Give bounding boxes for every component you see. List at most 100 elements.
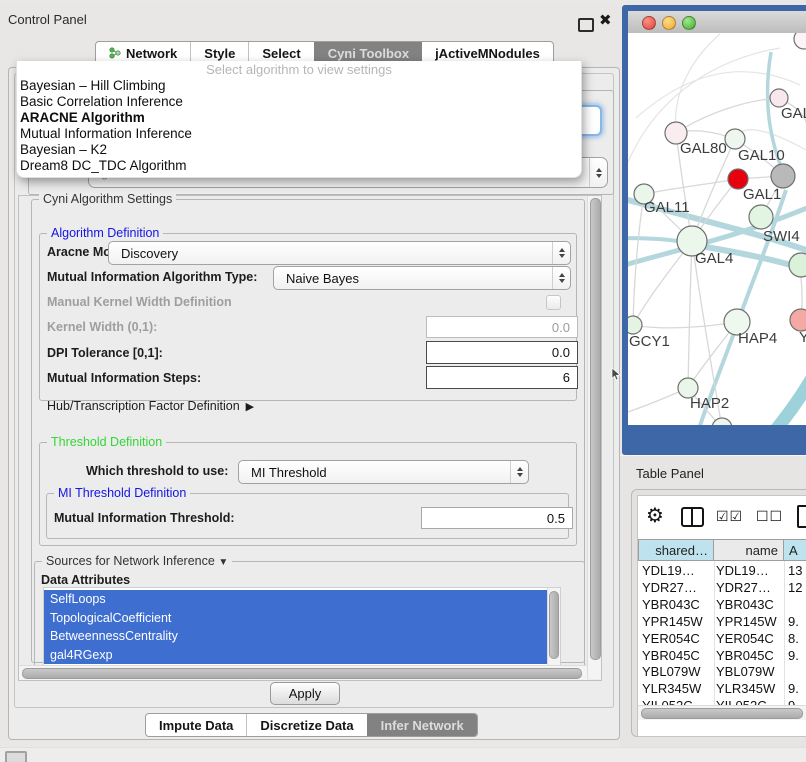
node-gray (771, 164, 795, 188)
column-header-shared-name[interactable]: shared… (638, 539, 714, 561)
tab-jactivemnodules-label: jActiveMNodules (435, 46, 540, 61)
mi-type-value: Naive Bayes (274, 271, 552, 286)
which-threshold-label: Which threshold to use: (86, 464, 228, 478)
dropdown-item[interactable]: Mutual Information Inference (17, 126, 581, 142)
table-body[interactable]: YDL19… YDL19… 13 YDR27… YDR27… 12 YBR043… (638, 561, 806, 705)
control-panel-window: Control Panel ✖ Network Style Select Cyn… (0, 5, 619, 742)
kernel-width-label: Kernel Width (0,1): (47, 320, 157, 334)
cell: 8. (788, 631, 799, 646)
control-panel-title: Control Panel (8, 12, 87, 27)
which-threshold-combobox[interactable]: MI Threshold (238, 460, 529, 484)
show-columns-icon[interactable]: ☑☑ (716, 508, 743, 525)
table-panel-title: Table Panel (636, 466, 704, 481)
cell: YLR345W (642, 681, 701, 696)
dropdown-item[interactable]: Bayesian – K2 (17, 142, 581, 158)
hide-columns-icon[interactable]: ☐☐ (756, 508, 783, 525)
collapse-down-icon[interactable]: ▼ (218, 557, 228, 568)
tab-infer-network-label: Infer Network (381, 718, 464, 733)
node (794, 33, 806, 49)
kernel-width-field[interactable]: 0.0 (426, 316, 578, 338)
minimized-window-icon[interactable] (5, 751, 27, 762)
data-attributes-list[interactable]: SelfLoops TopologicalCoefficient Between… (43, 587, 561, 666)
network-window-titlebar[interactable] (628, 11, 806, 34)
document-icon[interactable] (797, 505, 806, 528)
node-label: GAL (781, 105, 806, 122)
mi-steps-field[interactable]: 6 (426, 366, 578, 389)
horizontal-scrollbar[interactable] (19, 665, 587, 680)
cell: YBR043C (716, 597, 774, 612)
list-item[interactable]: SelfLoops (44, 590, 547, 609)
cell: 9. (788, 698, 799, 705)
data-attributes-label: Data Attributes (41, 573, 130, 587)
list-scrollbar[interactable] (547, 588, 560, 665)
dpi-tolerance-value: 0.0 (552, 345, 570, 360)
vertical-scrollbar[interactable] (587, 196, 601, 679)
combo-arrows-icon (510, 461, 528, 483)
network-icon (109, 47, 121, 59)
mi-threshold-field[interactable]: 0.5 (421, 507, 573, 529)
mi-threshold-value: 0.5 (547, 511, 565, 526)
cell: YLR345W (716, 681, 775, 696)
column-header-clipped[interactable]: A (784, 539, 806, 561)
dropdown-item[interactable]: Basic Correlation Inference (17, 94, 581, 110)
cell: 13 (788, 563, 802, 578)
node (789, 253, 806, 277)
list-item[interactable]: TopologicalCoefficient (44, 609, 547, 628)
bottom-tab-bar: Impute Data Discretize Data Infer Networ… (145, 713, 478, 737)
cell: YDR27… (642, 580, 697, 595)
close-icon[interactable]: ✖ (599, 11, 612, 29)
aracne-mode-combobox[interactable]: Discovery (108, 241, 571, 265)
tab-infer-network[interactable]: Infer Network (367, 714, 477, 736)
cell: YIL052C (716, 698, 767, 705)
cell: YPR145W (642, 614, 703, 629)
cell: YER054C (716, 631, 774, 646)
gear-icon[interactable]: ⚙ (646, 503, 664, 528)
dropdown-item-highlighted[interactable]: ARACNE Algorithm (17, 110, 581, 126)
tab-discretize-data[interactable]: Discretize Data (246, 714, 366, 736)
node-label: Y (799, 329, 806, 346)
algorithm-definition-title: Algorithm Definition (47, 226, 163, 240)
bottom-strip (0, 747, 806, 762)
network-canvas[interactable]: GAL GAL80 GAL10 GAL1 GAL11 SWI4 GAL4 GCY… (628, 33, 806, 425)
mi-steps-value: 6 (563, 370, 570, 385)
cell: 9. (788, 681, 799, 696)
cell: 12 (788, 580, 802, 595)
mac-close-icon[interactable] (642, 16, 656, 30)
node-label: GAL10 (738, 147, 785, 164)
dropdown-item[interactable]: Dream8 DC_TDC Algorithm (17, 158, 581, 174)
apply-button[interactable]: Apply (270, 682, 340, 705)
aracne-mode-value: Discovery (109, 246, 552, 261)
mi-type-combobox[interactable]: Naive Bayes (273, 266, 571, 290)
list-item[interactable]: gal4RGexp (44, 646, 547, 665)
dropdown-item[interactable]: Bayesian – Hill Climbing (17, 78, 581, 94)
mi-type-label: Mutual Information Algorithm Type: (47, 270, 257, 284)
tab-impute-data[interactable]: Impute Data (146, 714, 246, 736)
node-gal10 (725, 129, 745, 149)
apply-button-label: Apply (289, 686, 322, 701)
mi-threshold-definition-title: MI Threshold Definition (54, 486, 190, 500)
hub-definition-expander[interactable]: Hub/Transcription Factor Definition▶ (47, 399, 254, 413)
screen: Control Panel ✖ Network Style Select Cyn… (0, 0, 806, 762)
cell: YBR045C (642, 648, 700, 663)
dropdown-prompt: Select algorithm to view settings (17, 61, 581, 78)
mouse-cursor (611, 368, 621, 381)
manual-kernel-checkbox[interactable] (546, 295, 561, 310)
which-threshold-value: MI Threshold (239, 465, 510, 480)
node-label: HAP2 (690, 395, 729, 412)
float-window-button[interactable] (578, 18, 594, 32)
table-horizontal-scrollbar[interactable] (638, 705, 806, 720)
node-label: GAL11 (644, 199, 690, 216)
mac-zoom-icon[interactable] (682, 16, 696, 30)
expand-right-icon: ▶ (246, 401, 254, 413)
tab-impute-data-label: Impute Data (159, 718, 233, 733)
tab-discretize-data-label: Discretize Data (260, 718, 353, 733)
list-item[interactable]: BetweennessCentrality (44, 627, 547, 646)
column-header-name[interactable]: name (714, 539, 784, 561)
mac-minimize-icon[interactable] (662, 16, 676, 30)
split-view-icon[interactable] (681, 507, 704, 527)
node-label: GAL80 (680, 140, 727, 157)
dpi-tolerance-field[interactable]: 0.0 (426, 341, 578, 364)
sources-title-text: Sources for Network Inference (46, 554, 215, 568)
dpi-tolerance-label: DPI Tolerance [0,1]: (47, 346, 163, 360)
cell: YDL19… (716, 563, 769, 578)
